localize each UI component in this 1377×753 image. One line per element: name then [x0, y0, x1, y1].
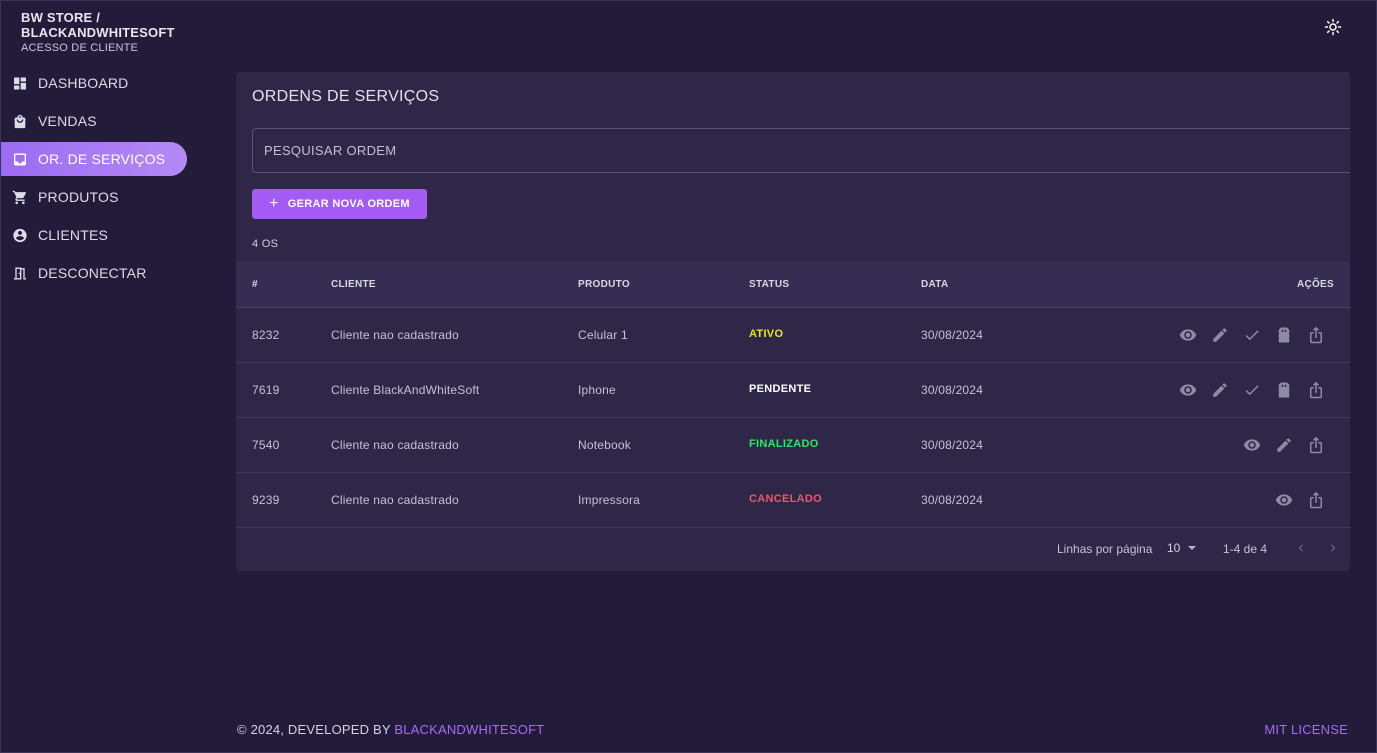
- column-header-status[interactable]: STATUS: [749, 279, 789, 290]
- cell-product: Notebook: [578, 438, 631, 452]
- sidebar-item-desconectar[interactable]: DESCONECTAR: [1, 256, 187, 290]
- brand-name-line1: BW STORE /: [21, 10, 101, 25]
- license-link[interactable]: MIT LICENSE: [1264, 722, 1348, 737]
- inbox-tray-icon: [12, 151, 28, 167]
- share-icon[interactable]: [1306, 380, 1326, 400]
- shopping-bag-icon: [12, 113, 28, 129]
- new-order-button-label: GERAR NOVA ORDEM: [287, 198, 410, 210]
- table-row[interactable]: 7619 Cliente BlackAndWhiteSoft Iphone PE…: [236, 363, 1350, 418]
- sidebar-item-dashboard[interactable]: DASHBOARD: [1, 66, 187, 100]
- pencil-icon[interactable]: [1274, 435, 1294, 455]
- row-actions: [1274, 490, 1326, 510]
- chevron-right-icon: [1331, 544, 1336, 552]
- chevron-left-icon: [1298, 544, 1303, 552]
- sidebar-item-label: CLIENTES: [38, 227, 109, 243]
- plus-icon: +: [269, 195, 279, 212]
- cell-date: 30/08/2024: [921, 328, 984, 342]
- cell-id: 9239: [252, 493, 280, 507]
- next-page-button[interactable]: [1325, 540, 1341, 556]
- rows-per-page-select[interactable]: 10: [1167, 541, 1197, 555]
- cell-client: Cliente nao cadastrado: [331, 328, 459, 342]
- chevron-down-icon: [1188, 546, 1197, 550]
- sidebar-item-label: OR. DE SERVIÇOS: [38, 151, 166, 167]
- theme-toggle-button[interactable]: [1324, 18, 1342, 36]
- pencil-icon[interactable]: [1210, 325, 1230, 345]
- sidebar-item-label: DESCONECTAR: [38, 265, 147, 281]
- cell-client: Cliente BlackAndWhiteSoft: [331, 383, 480, 397]
- door-exit-icon: [12, 265, 28, 281]
- developer-link[interactable]: BLACKANDWHITESOFT: [394, 722, 544, 737]
- cell-id: 8232: [252, 328, 280, 342]
- page-title: ORDENS DE SERVIÇOS: [252, 88, 440, 105]
- column-header-data[interactable]: DATA: [921, 279, 949, 290]
- footer-copyright: © 2024, DEVELOPED BY BLACKANDWHITESOFT: [237, 722, 544, 737]
- search-input[interactable]: [252, 128, 1350, 173]
- check-icon[interactable]: [1242, 380, 1262, 400]
- cell-product: Celular 1: [578, 328, 628, 342]
- previous-page-button[interactable]: [1293, 540, 1309, 556]
- sidebar-item-label: DASHBOARD: [38, 75, 129, 91]
- table-row[interactable]: 8232 Cliente nao cadastrado Celular 1 AT…: [236, 308, 1350, 363]
- rows-per-page-label: Linhas por página: [1057, 542, 1153, 556]
- column-header-id[interactable]: #: [252, 279, 258, 290]
- brand: BW STORE / BLACKANDWHITESOFT ACESSO DE C…: [21, 10, 175, 55]
- sidebar: BW STORE / BLACKANDWHITESOFT ACESSO DE C…: [1, 1, 201, 753]
- account-circle-icon: [12, 227, 28, 243]
- eye-icon[interactable]: [1274, 490, 1294, 510]
- sidebar-item-label: VENDAS: [38, 113, 97, 129]
- cell-id: 7540: [252, 438, 280, 452]
- table-header: # CLIENTE PRODUTO STATUS DATA AÇÕES: [236, 262, 1350, 308]
- shopping-cart-icon: [12, 189, 28, 205]
- rows-per-page-value: 10: [1167, 541, 1181, 555]
- pencil-icon[interactable]: [1210, 380, 1230, 400]
- sidebar-item-clientes[interactable]: CLIENTES: [1, 218, 187, 252]
- cell-id: 7619: [252, 383, 280, 397]
- orders-table: # CLIENTE PRODUTO STATUS DATA AÇÕES 8232…: [236, 262, 1350, 528]
- status-badge: FINALIZADO: [749, 438, 819, 450]
- brand-subtitle: ACESSO DE CLIENTE: [21, 42, 139, 54]
- new-order-button[interactable]: + GERAR NOVA ORDEM: [252, 189, 427, 219]
- status-badge: CANCELADO: [749, 493, 822, 505]
- cell-client: Cliente nao cadastrado: [331, 438, 459, 452]
- cell-product: Impressora: [578, 493, 641, 507]
- order-count: 4 OS: [252, 238, 279, 250]
- pagination: Linhas por página 10 1-4 de 4: [236, 530, 1350, 568]
- brand-name-line2: BLACKANDWHITESOFT: [21, 25, 175, 40]
- pagination-range: 1-4 de 4: [1223, 542, 1268, 556]
- eye-icon[interactable]: [1178, 325, 1198, 345]
- table-row[interactable]: 7540 Cliente nao cadastrado Notebook FIN…: [236, 418, 1350, 473]
- dashboard-icon: [12, 75, 28, 91]
- cell-client: Cliente nao cadastrado: [331, 493, 459, 507]
- column-header-acoes: AÇÕES: [1296, 279, 1334, 290]
- table-row[interactable]: 9239 Cliente nao cadastrado Impressora C…: [236, 473, 1350, 528]
- status-badge: ATIVO: [749, 328, 784, 340]
- share-icon[interactable]: [1306, 325, 1326, 345]
- cell-date: 30/08/2024: [921, 438, 984, 452]
- delete-icon[interactable]: [1274, 380, 1294, 400]
- status-badge: PENDENTE: [749, 383, 812, 395]
- sidebar-item-produtos[interactable]: PRODUTOS: [1, 180, 187, 214]
- eye-icon[interactable]: [1242, 435, 1262, 455]
- eye-icon[interactable]: [1178, 380, 1198, 400]
- cell-date: 30/08/2024: [921, 383, 984, 397]
- service-orders-card: ORDENS DE SERVIÇOS + GERAR NOVA ORDEM 4 …: [236, 72, 1350, 571]
- sidebar-item-label: PRODUTOS: [38, 189, 119, 205]
- footer-copyright-text: © 2024, DEVELOPED BY: [237, 722, 395, 737]
- share-icon[interactable]: [1306, 490, 1326, 510]
- column-header-cliente[interactable]: CLIENTE: [331, 279, 376, 290]
- sidebar-nav: DASHBOARD VENDAS OR. DE SERVIÇOS PRODUTO…: [1, 66, 201, 294]
- row-actions: [1178, 380, 1326, 400]
- sidebar-item-vendas[interactable]: VENDAS: [1, 104, 187, 138]
- delete-icon[interactable]: [1274, 325, 1294, 345]
- check-icon[interactable]: [1242, 325, 1262, 345]
- sun-brightness-icon: [1324, 18, 1342, 36]
- row-actions: [1242, 435, 1326, 455]
- column-header-produto[interactable]: PRODUTO: [578, 279, 630, 290]
- cell-product: Iphone: [578, 383, 616, 397]
- share-icon[interactable]: [1306, 435, 1326, 455]
- cell-date: 30/08/2024: [921, 493, 984, 507]
- sidebar-item-ordens-servicos[interactable]: OR. DE SERVIÇOS: [1, 142, 187, 176]
- row-actions: [1178, 325, 1326, 345]
